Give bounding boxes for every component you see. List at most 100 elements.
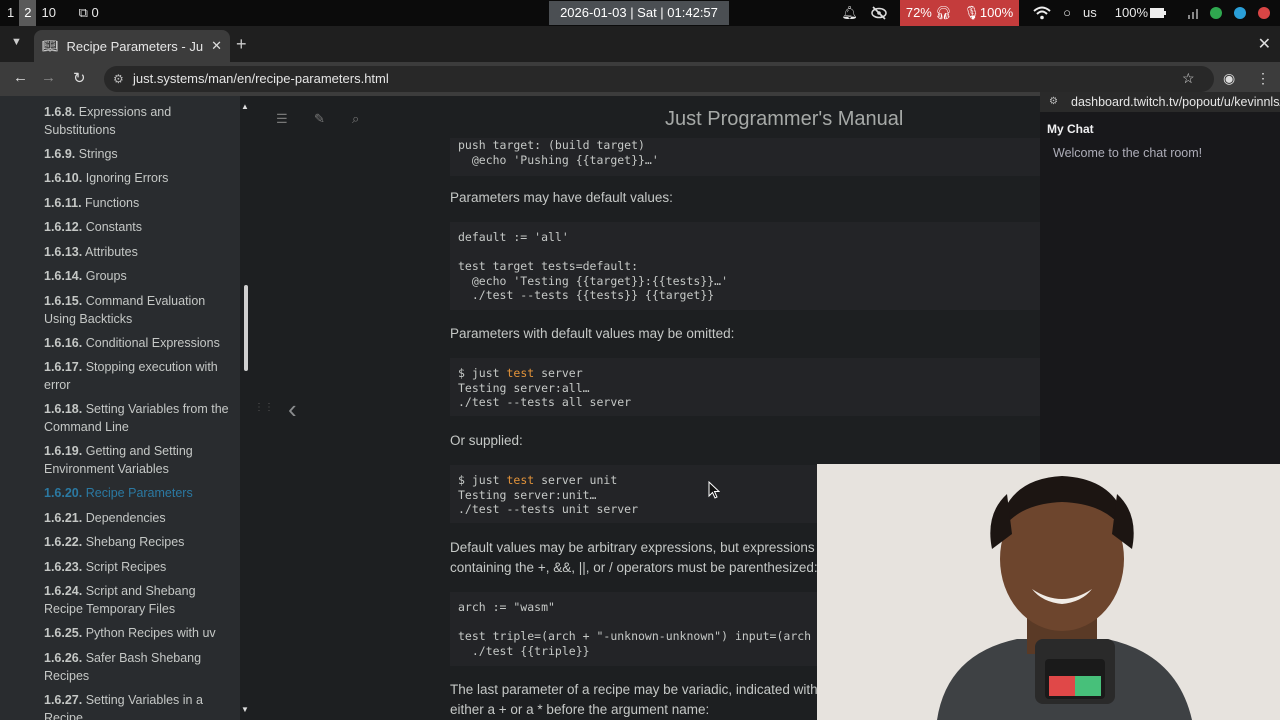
sidebar-item[interactable]: 1.6.23. Script Recipes [44,559,230,577]
headphones-icon: 🎧︎ [934,5,952,20]
sidebar-item[interactable]: 1.6.13. Attributes [44,244,230,262]
code-line: test target tests=default: [458,259,639,274]
search-icon[interactable]: ⌕ [352,111,359,127]
sidebar-item-label: Python Recipes with uv [85,626,216,640]
sidebar-item-number: 1.6.24. [44,584,83,598]
tab-strip: ▼ 📖︎ Recipe Parameters - Ju ✕ + ✕ [0,26,1280,62]
code-line: ./test --tests {{tests}} {{target}} [458,288,715,303]
sidebar-item-label: Strings [78,147,118,161]
address-bar[interactable]: ⚙ just.systems/man/en/recipe-parameters.… [104,66,1214,92]
sidebar-item[interactable]: 1.6.14. Groups [44,268,230,286]
sidebar-item[interactable]: 1.6.19. Getting and Setting Environment … [44,443,230,478]
star-icon[interactable]: ☆ [1182,70,1195,87]
green-app-icon[interactable] [1204,0,1228,26]
sidebar-scrollbar[interactable] [244,285,248,371]
paragraph: The last parameter of a recipe may be va… [450,682,818,717]
reload-icon[interactable]: ↻ [73,69,86,87]
red-app-icon[interactable] [1252,0,1280,26]
forward-icon[interactable]: → [41,69,56,86]
sidebar-item-label: Ignoring Errors [85,171,169,185]
sidebar-item[interactable]: 1.6.18. Setting Variables from the Comma… [44,401,230,436]
keyboard-layout[interactable]: us [1077,0,1103,26]
system-tray: 🔔︎ 72% 🎧︎ 🎙︎ 100% ○ us 100% [835,0,1280,26]
code-line: push target: (build target) [458,138,645,152]
sidebar-item[interactable]: 1.6.24. Script and Shebang Recipe Tempor… [44,583,230,618]
sidebar-item-number: 1.6.10. [44,171,83,185]
chevron-down-icon[interactable]: ▼ [11,36,22,48]
sidebar-item-number: 1.6.18. [44,402,83,416]
wifi-icon[interactable] [1027,0,1057,26]
battery-status: 100% [1109,0,1172,26]
webcam-person-image [817,464,1280,720]
sidebar-item[interactable]: 1.6.26. Safer Bash Shebang Recipes [44,650,230,685]
sidebar-item[interactable]: 1.6.11. Functions [44,195,230,213]
sidebar-item[interactable]: 1.6.8. Expressions and Substitutions [44,104,230,139]
chat-popout-address[interactable]: ⚙ dashboard.twitch.tv/popout/u/kevinnls/… [1040,92,1280,112]
sidebar-item-number: 1.6.19. [44,444,83,458]
sidebar-item-number: 1.6.8. [44,105,76,119]
workspace-2[interactable]: 2 [19,0,37,26]
workspace-1[interactable]: 1 [2,0,19,26]
microphone-status[interactable]: 🎙︎ 100% [957,0,1020,26]
window-count: 0 [91,5,99,20]
scroll-up-icon[interactable]: ▲ [241,102,249,111]
sidebar-item-number: 1.6.9. [44,147,76,161]
resize-handle[interactable]: ⋮⋮ [254,402,274,413]
battery-level: 100% [1114,5,1148,20]
sidebar-item[interactable]: 1.6.15. Command Evaluation Using Backtic… [44,293,230,328]
sidebar-item[interactable]: 1.6.16. Conditional Expressions [44,335,230,353]
sidebar: 1.6.8. Expressions and Substitutions 1.6.… [0,96,240,720]
sidebar-item-number: 1.6.21. [44,511,83,525]
scroll-down-icon[interactable]: ▼ [241,705,249,714]
site-settings-icon[interactable]: ⚙ [113,66,124,92]
sidebar-item-number: 1.6.13. [44,245,83,259]
toggle-sidebar-icon[interactable]: ☰ [276,111,288,127]
sidebar-item-number: 1.6.14. [44,269,83,283]
code-keyword: test [506,473,535,487]
sidebar-item[interactable]: 1.6.10. Ignoring Errors [44,170,230,188]
code-prompt: $ just test server [458,366,583,380]
sidebar-item[interactable]: 1.6.12. Constants [44,219,230,237]
sidebar-item[interactable]: 1.6.9. Strings [44,146,230,164]
paintbrush-icon[interactable]: ✎ [314,111,325,127]
previous-chapter-icon[interactable]: ‹ [288,394,297,425]
sidebar-item-label: Script Recipes [85,560,167,574]
sidebar-item[interactable]: 1.6.21. Dependencies [44,510,230,528]
menu-dots-icon[interactable]: ⋮ [1256,70,1270,87]
close-tab-icon[interactable]: ✕ [211,38,222,54]
close-window-icon[interactable]: ✕ [1258,34,1271,54]
sidebar-item[interactable]: 1.6.27. Setting Variables in a Recipe [44,692,230,720]
menu-bar: ☰ ✎ ⌕ [252,96,1040,142]
chat-welcome-message: Welcome to the chat room! [1053,146,1203,160]
sidebar-item-label: Functions [85,196,140,210]
windows-icon: ⧉ [78,5,88,20]
sidebar-item[interactable]: 1.6.17. Stopping execution with error [44,359,230,394]
workspace-10[interactable]: 10 [36,0,60,26]
microphone-icon: 🎙︎ [963,5,980,20]
eye-slash-icon[interactable] [864,0,894,26]
back-icon[interactable]: ← [13,69,28,86]
sidebar-item[interactable]: 1.6.20. Recipe Parameters [44,485,230,503]
sidebar-item[interactable]: 1.6.25. Python Recipes with uv [44,625,230,643]
clock[interactable]: 2026-01-03 | Sat | 01:42:57 [549,1,729,25]
mouse-cursor-icon [708,481,720,499]
headphone-battery-level: 72% [905,5,932,20]
browser-tab[interactable]: 📖︎ Recipe Parameters - Ju ✕ [34,30,230,62]
profile-icon[interactable]: ◉ [1223,70,1235,87]
system-bar: 1 2 10 ⧉ 0 2026-01-03 | Sat | 01:42:57 🔔︎ … [0,0,1280,26]
bell-icon[interactable]: 🔔︎ [835,0,864,26]
code-line: $ just test server [458,366,1032,381]
paragraph: Or supplied: [450,433,523,448]
blue-app-icon[interactable] [1228,0,1252,26]
sidebar-item[interactable]: 1.6.22. Shebang Recipes [44,534,230,552]
paragraph: Default values may be arbitrary expressi… [450,540,818,575]
code-line: @echo 'Testing {{target}}:{{tests}}…' [458,273,729,288]
code-block: push target: (build target) @echo 'Pushi… [450,138,1040,176]
new-tab-icon[interactable]: + [236,34,247,55]
site-settings-icon[interactable]: ⚙ [1049,92,1058,112]
sidebar-item-number: 1.6.22. [44,535,83,549]
battery-icon [1150,8,1166,18]
sidebar-item-number: 1.6.27. [44,693,83,707]
sidebar-item-label: Groups [85,269,127,283]
sidebar-item-label: Dependencies [85,511,166,525]
